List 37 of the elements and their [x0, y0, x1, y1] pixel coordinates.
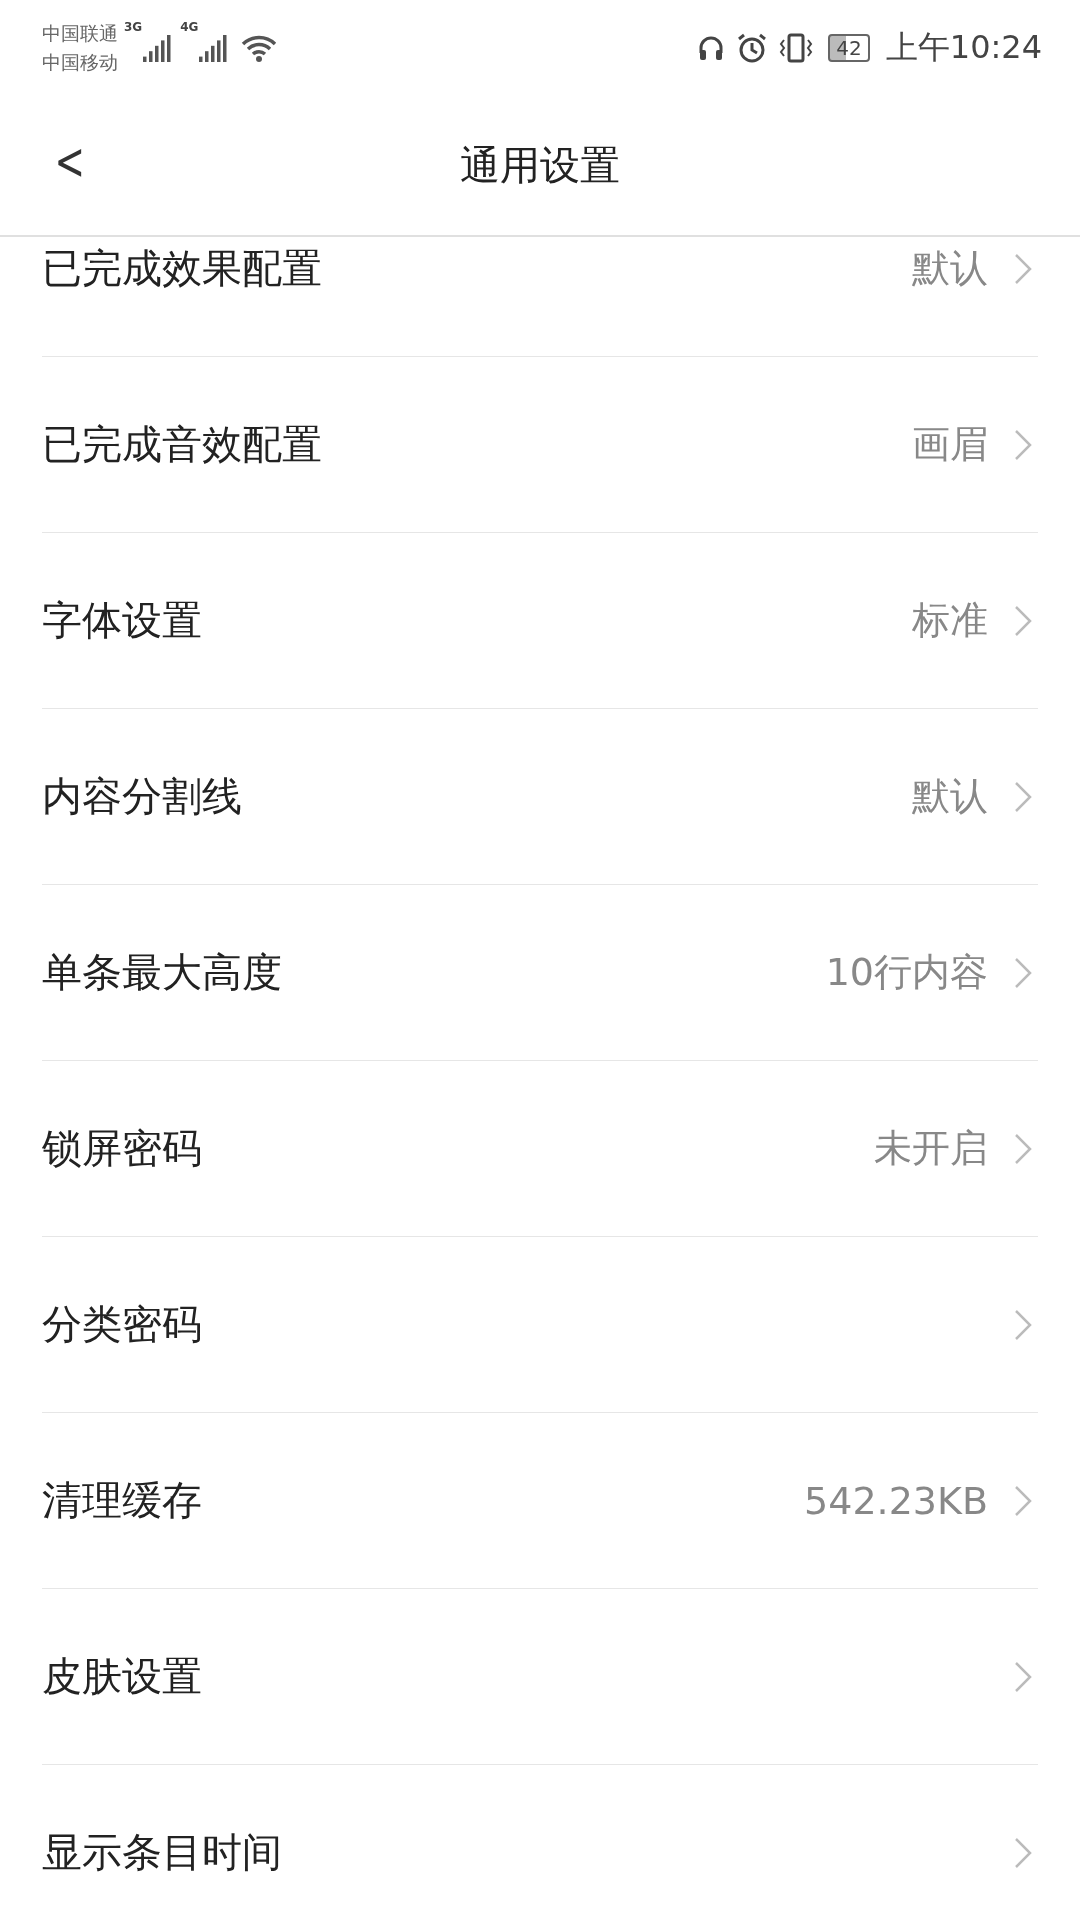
setting-value: 画眉 [912, 421, 988, 468]
chevron-right-icon [1014, 1132, 1032, 1165]
setting-label[interactable]: 单条最大高度 [42, 945, 826, 1000]
setting-value: 10行内容 [825, 949, 988, 996]
setting-label[interactable]: 显示条目时间 [42, 1825, 1014, 1880]
chevron-right-icon [1014, 604, 1032, 637]
setting-value: 542.23KB [804, 1478, 988, 1523]
setting-label[interactable]: 内容分割线 [42, 769, 912, 824]
clock-time: 上午10:24 [885, 26, 1042, 68]
chevron-right-icon [1014, 1308, 1032, 1341]
chevron-right-icon [1014, 428, 1032, 461]
chevron-right-icon [1014, 1660, 1032, 1693]
battery-level: 42 [828, 33, 870, 62]
carrier-name: 中国联通 [42, 20, 118, 46]
network-type: 3G [124, 20, 143, 34]
setting-label[interactable]: 字体设置 [42, 593, 912, 648]
chevron-right-icon [1014, 1484, 1032, 1517]
back-button[interactable]: < [54, 135, 86, 195]
chevron-right-icon [1014, 956, 1032, 989]
setting-value: 标准 [912, 597, 988, 644]
setting-label[interactable]: 分类密码 [42, 1297, 1014, 1352]
vibrate-icon [778, 31, 815, 64]
setting-label[interactable]: 皮肤设置 [42, 1649, 1014, 1704]
setting-label[interactable]: 已完成音效配置 [42, 417, 912, 472]
setting-label[interactable]: 已完成效果配置 [42, 241, 912, 296]
setting-label[interactable]: 锁屏密码 [42, 1121, 874, 1176]
chevron-right-icon [1014, 780, 1032, 813]
setting-label[interactable]: 清理缓存 [42, 1473, 805, 1528]
alarm-icon [736, 31, 769, 64]
setting-value: 默认 [912, 773, 988, 820]
carrier-name: 中国移动 [42, 49, 118, 75]
setting-value: 未开启 [874, 1125, 988, 1172]
chevron-right-icon [1014, 252, 1032, 285]
chevron-right-icon [1014, 1836, 1032, 1869]
network-type: 4G [180, 20, 199, 34]
page-title: 通用设置 [460, 140, 620, 190]
setting-value: 默认 [912, 245, 988, 292]
